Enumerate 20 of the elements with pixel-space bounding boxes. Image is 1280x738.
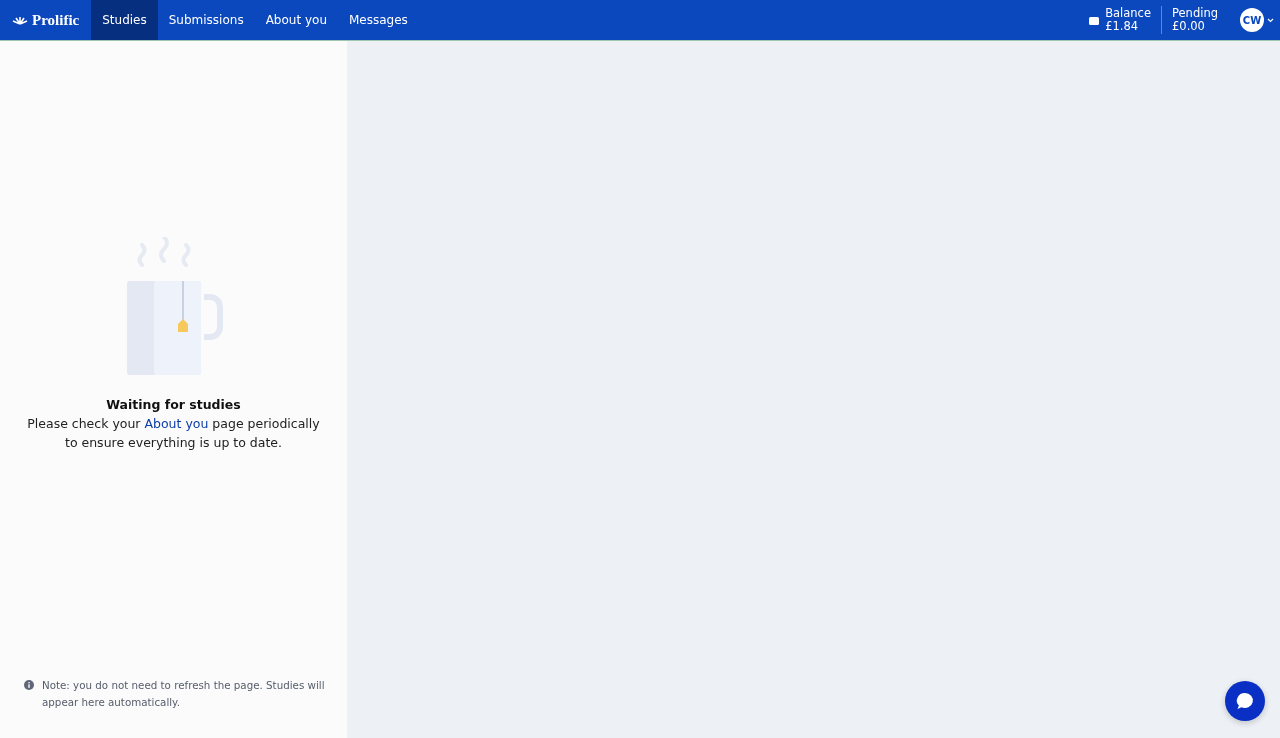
balance-value: £1.84 (1105, 20, 1140, 33)
logo-icon (12, 15, 28, 25)
pending-value: £0.00 (1172, 20, 1205, 33)
info-icon (24, 680, 34, 690)
nav-tab[interactable]: Studies (91, 0, 158, 40)
about-you-link[interactable]: About you (144, 415, 209, 431)
note-text: Note: you do not need to refresh the page. Studies will appear here automatically. (42, 678, 326, 710)
balance-label: Balance (1105, 7, 1151, 20)
nav-tab[interactable]: About you (254, 0, 338, 40)
caret-icon[interactable] (1267, 17, 1274, 23)
empty-state-title: Waiting for studies (106, 395, 241, 414)
user-avatar[interactable]: CW (1240, 8, 1264, 32)
logo-text[interactable]: Prolific (32, 11, 80, 29)
pending-label: Pending (1172, 7, 1218, 20)
wallet-icon (1089, 15, 1100, 25)
empty-state-message: Please check your About you page periodically to ensure everything is up to date. (26, 414, 321, 452)
chat-bubble-icon (1234, 690, 1256, 712)
chat-button[interactable] (1225, 681, 1265, 721)
nav-tab[interactable]: Messages (338, 0, 419, 40)
nav-tab[interactable]: Submissions (157, 0, 255, 40)
